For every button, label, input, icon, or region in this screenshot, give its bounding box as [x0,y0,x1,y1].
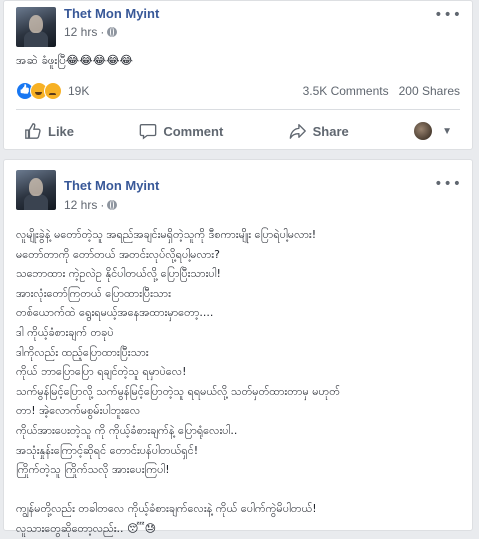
like-button[interactable]: Like [16,122,82,140]
caret-down-icon: ▼ [442,125,452,137]
post-text: လူမျိုးခွဲနဲ့ မတော်တဲ့သူ အရည်အချင်းမရှိတ… [16,228,340,535]
more-options-icon[interactable]: ••• [434,7,462,23]
viewer-avatar-menu[interactable]: ▼ [406,122,460,140]
author-name[interactable]: Thet Mon Myint [64,178,159,193]
reactions-row: 19K 3.5K Comments 200 Shares [16,81,460,101]
post-card: Thet Mon Myint 12 hrs · ••• အဆဲ ခံဖူးပြီ… [3,0,473,150]
globe-icon [107,200,118,210]
more-options-icon[interactable]: ••• [434,176,462,192]
divider [16,109,460,110]
post-meta: 12 hrs · [64,25,118,39]
author-avatar[interactable] [16,7,56,47]
post-time[interactable]: 12 hrs [64,198,97,212]
viewer-avatar [414,122,433,140]
comment-bubble-icon [140,124,157,140]
share-button[interactable]: Share [281,122,357,140]
post-card: Thet Mon Myint 12 hrs · ••• လူမျိုးခွဲနဲ… [3,159,473,535]
comments-count[interactable]: 3.5K Comments [303,84,389,98]
action-bar: Like Comment Share ▼ [16,116,460,146]
shares-count[interactable]: 200 Shares [399,84,460,98]
reactions-count[interactable]: 19K [68,84,89,98]
author-avatar[interactable] [16,170,56,210]
post-time[interactable]: 12 hrs [64,25,97,39]
meta-separator: · [100,198,105,212]
sad-reaction-icon[interactable] [44,82,62,100]
globe-icon [107,27,118,37]
like-label: Like [48,123,75,139]
meta-separator: · [100,25,105,39]
post-text: အဆဲ ခံဖူးပြီ😂😂😂😂😂 [16,53,133,67]
comment-label: Comment [163,123,224,139]
share-arrow-icon [289,124,306,139]
comment-button[interactable]: Comment [131,122,231,140]
author-name[interactable]: Thet Mon Myint [64,6,159,21]
thumbs-up-icon [25,123,41,139]
share-label: Share [312,123,349,139]
post-meta: 12 hrs · [64,198,118,212]
post-stats: 3.5K Comments 200 Shares [303,84,460,98]
